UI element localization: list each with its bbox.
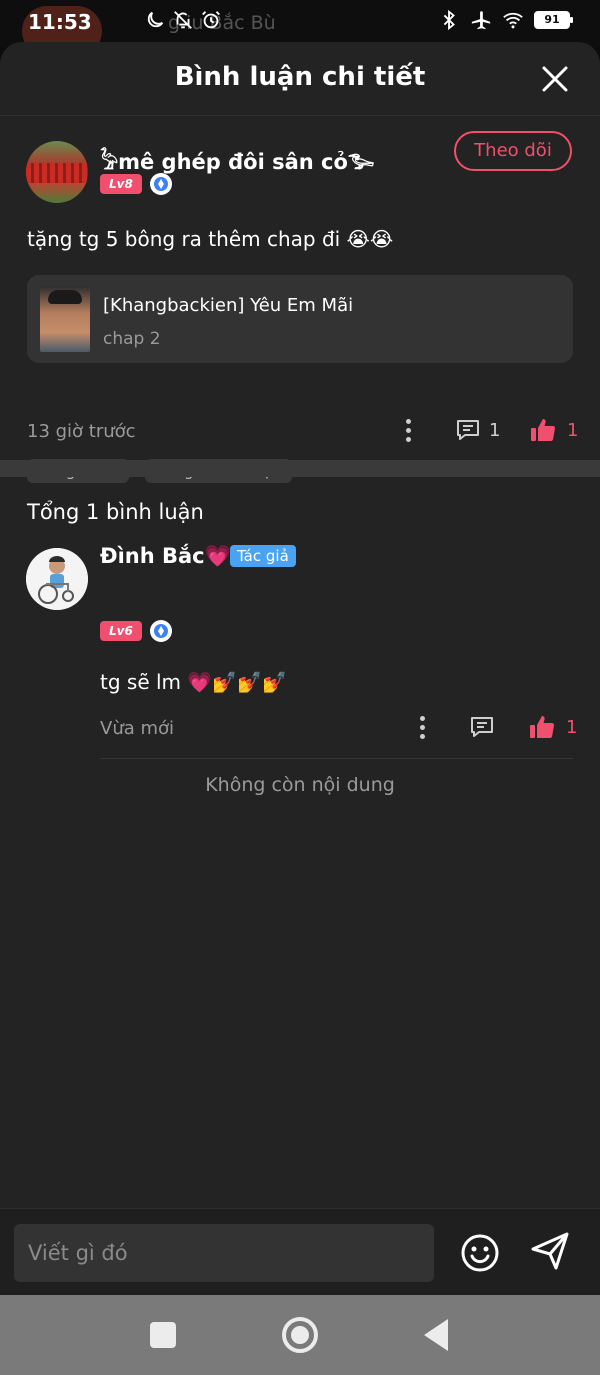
wifi-icon <box>503 12 523 29</box>
comment-author-name[interactable]: 𓅦mê ghép đôi sân cỏ𓅧 <box>100 141 374 176</box>
recent-apps-button[interactable] <box>150 1322 176 1348</box>
like-button[interactable]: 1 <box>528 713 577 741</box>
moon-icon <box>147 11 164 28</box>
comment-detail-sheet: Bình luận chi tiết 𓅦mê ghép đôi sân cỏ𓅧 … <box>0 42 600 1295</box>
reply-author-name[interactable]: Đình Bắc💗 <box>100 544 231 569</box>
more-vert-icon[interactable] <box>418 716 426 742</box>
status-time: 11:53 <box>28 10 92 34</box>
status-left-icons <box>84 9 222 31</box>
diamond-icon <box>149 620 172 642</box>
reply-author-badges: Lv6 <box>100 620 172 642</box>
thumb-up-icon <box>531 419 556 442</box>
avatar[interactable] <box>26 141 88 203</box>
send-icon[interactable] <box>528 1229 572 1273</box>
thumb-up-icon <box>530 716 555 739</box>
alarm-icon <box>202 11 220 29</box>
author-badges: Lv8 <box>100 173 172 195</box>
replies-count-title: Tổng 1 bình luận <box>27 500 204 524</box>
status-right-icons: 91 <box>438 9 573 31</box>
diamond-icon <box>149 173 172 195</box>
bluetooth-icon <box>443 9 455 31</box>
comment-input[interactable] <box>14 1224 434 1282</box>
emoji-icon[interactable] <box>458 1231 502 1275</box>
status-bar: g iu Bắc Bù 11:53 91 <box>0 0 600 56</box>
comment-time: 13 giờ trước <box>27 421 136 442</box>
reply-count: 1 <box>489 419 501 441</box>
chapter-thumbnail <box>40 286 90 352</box>
reference-title: [Khangbackien] Yêu Em Mãi <box>103 295 354 316</box>
reply-button[interactable] <box>469 714 495 740</box>
chapter-reference-card[interactable]: [Khangbackien] Yêu Em Mãi chap 2 <box>27 275 573 363</box>
follow-button[interactable]: Theo dõi <box>454 131 572 171</box>
like-button[interactable]: 1 <box>529 416 578 444</box>
reply-meta: Vừa mới 1 <box>100 714 577 746</box>
level-badge: Lv8 <box>100 174 142 194</box>
reply-time: Vừa mới <box>100 718 175 739</box>
sheet-header: Bình luận chi tiết <box>0 42 600 116</box>
avatar[interactable] <box>26 548 88 610</box>
like-count: 1 <box>566 716 578 738</box>
author-badge: Tác giả <box>230 545 296 567</box>
close-icon[interactable] <box>540 64 570 94</box>
end-of-list-text: Không còn nội dung <box>205 774 395 796</box>
battery-indicator: 91 <box>534 11 573 29</box>
comment-composer <box>0 1208 600 1295</box>
bell-off-icon <box>174 11 192 29</box>
reply-button[interactable]: 1 <box>455 417 500 443</box>
airplane-icon <box>471 11 491 30</box>
divider <box>100 758 573 759</box>
system-nav-bar <box>0 1295 600 1375</box>
section-divider <box>0 460 600 477</box>
comment-icon <box>457 420 479 440</box>
like-count: 1 <box>567 419 579 441</box>
comment-icon <box>471 717 493 737</box>
page-title: Bình luận chi tiết <box>174 62 426 92</box>
comment-text: tặng tg 5 bông ra thêm chap đi 😭😭 <box>27 227 394 251</box>
comment-meta: 13 giờ trước 1 1 <box>27 417 578 447</box>
main-comment: 𓅦mê ghép đôi sân cỏ𓅧 Lv8 Theo dõi tặng t… <box>0 117 600 483</box>
reply-text: tg sẽ lm 💗💅💅💅 <box>100 670 287 694</box>
home-button[interactable] <box>282 1317 318 1353</box>
level-badge: Lv6 <box>100 621 142 641</box>
back-button[interactable] <box>424 1319 448 1351</box>
reference-subtitle: chap 2 <box>103 329 161 349</box>
more-vert-icon[interactable] <box>404 419 412 445</box>
